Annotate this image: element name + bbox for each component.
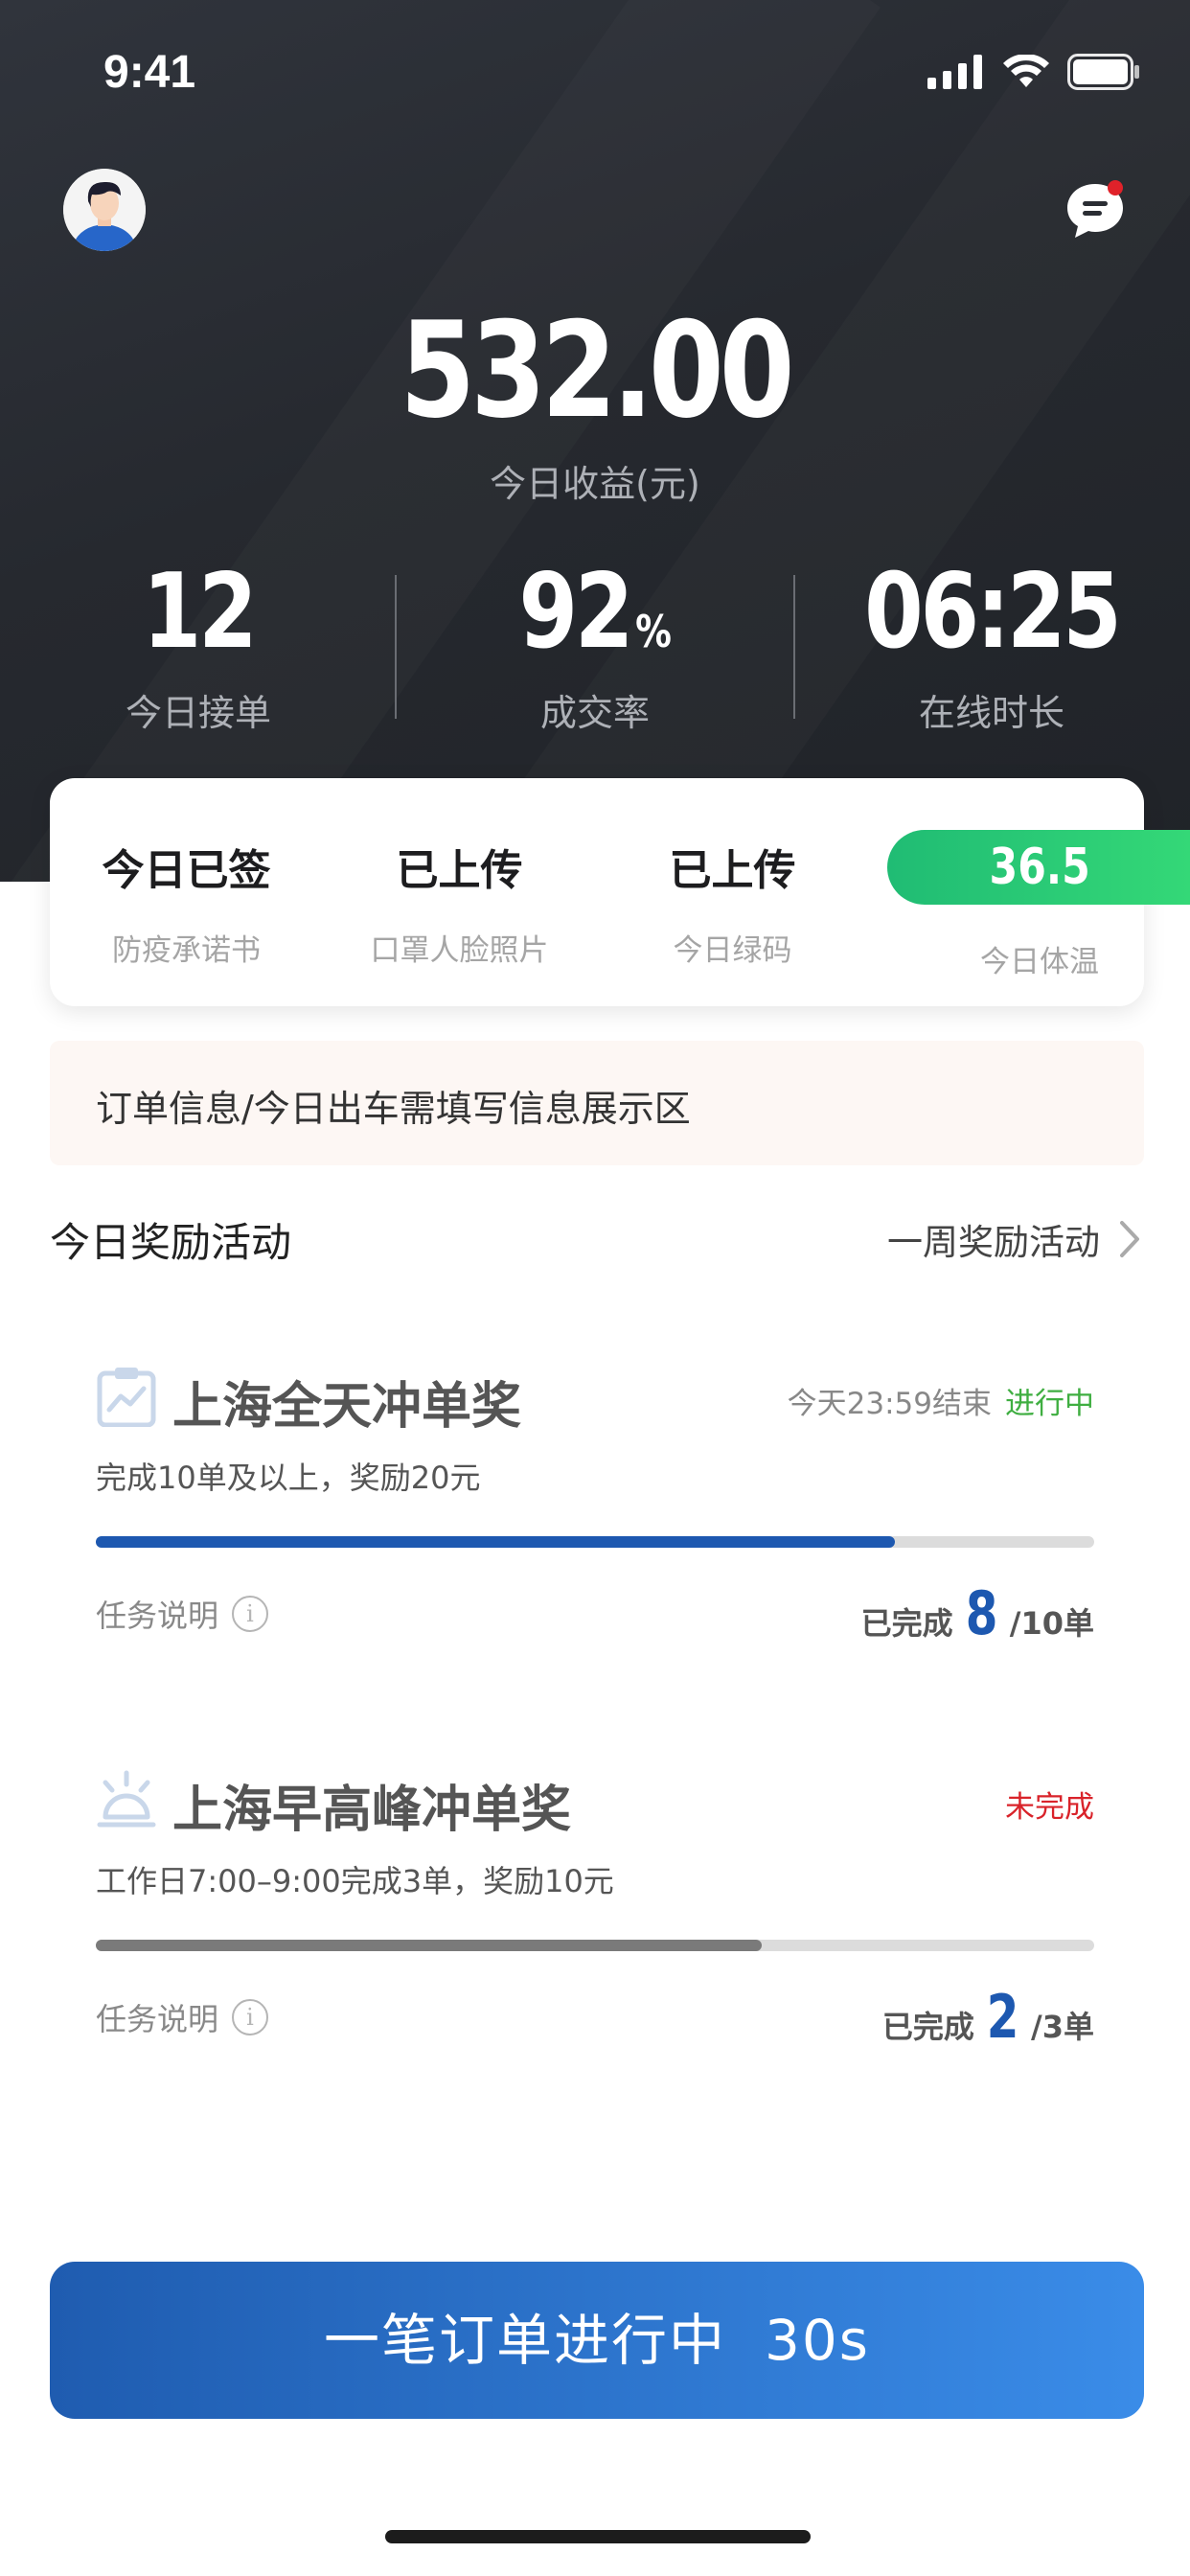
task-description-label: 任务说明 [96,1598,219,1634]
stat-label: 成交率 [539,692,650,734]
status-item-pledge[interactable]: 今日已签 防疫承诺书 [50,836,323,969]
stat-value: 06:25 [864,552,1122,672]
progress-fill [96,1536,895,1548]
stat-value: 12 [142,552,258,672]
status-item-label: 今日绿码 [673,933,792,968]
battery-icon [1067,54,1139,90]
completed-label: 已完成 [860,1605,953,1642]
order-button-label: 一笔订单进行中 [323,2308,726,2373]
stats-row: 12 今日接单 92% 成交率 06:25 在线时长 [0,561,1190,735]
stat-online-time: 06:25 在线时长 [793,561,1190,736]
health-status-card: 今日已签 防疫承诺书 已上传 口罩人脸照片 已上传 今日绿码 36.5 今日体温 [50,778,1190,1006]
status-time: 9:41 [103,47,196,98]
status-item-mask-photo[interactable]: 已上传 口罩人脸照片 [323,836,596,969]
completed-count: 2 [986,1982,1019,2052]
order-info-banner[interactable]: 订单信息/今日出车需填写信息展示区 [50,1041,1144,1165]
status-item-label: 口罩人脸照片 [370,933,549,968]
reward-description: 完成10单及以上，奖励20元 [96,1460,481,1496]
info-icon: i [232,1596,269,1632]
chart-icon [97,1368,156,1427]
signal-icon [927,55,982,89]
stat-conversion-rate: 92% 成交率 [397,561,793,736]
sunrise-icon [97,1770,156,1828]
weekly-rewards-link[interactable]: 一周奖励活动 [887,1213,1140,1265]
avatar[interactable] [63,169,146,251]
status-item-green-code[interactable]: 已上传 今日绿码 [596,836,869,969]
order-in-progress-button[interactable]: 一笔订单进行中 30s [50,2262,1144,2419]
temperature-label: 今日体温 [980,945,1099,979]
wifi-icon [1003,55,1049,87]
stat-orders: 12 今日接单 [0,561,397,736]
completed-label: 已完成 [881,2009,974,2045]
weekly-rewards-label: 一周奖励活动 [887,1222,1100,1263]
status-item-value: 今日已签 [102,846,271,895]
reward-deadline: 未完成 [1005,1782,1094,1826]
reward-progress-text: 已完成 8 /10单 [861,1578,1094,1648]
task-description-link[interactable]: 任务说明 i [96,1995,269,2039]
progress-track [96,1536,1094,1548]
completed-count: 8 [965,1578,998,1648]
earnings-header: 9:41 532.00 今日收益(元) 12 今日接单 92 % 成交率 06:… [0,0,1190,882]
messages-button[interactable] [1064,178,1127,242]
reward-status: 未完成 [1005,1790,1094,1825]
reward-title: 上海早高峰冲单奖 [172,1782,572,1839]
task-description-link[interactable]: 任务说明 i [96,1592,269,1636]
stat-unit: % [634,606,672,657]
task-description-label: 任务说明 [96,2001,219,2037]
reward-card[interactable]: 上海早高峰冲单奖 未完成 工作日7:00–9:00完成3单，奖励10元 任务说明… [96,1769,1094,2052]
reward-status: 进行中 [1005,1387,1094,1421]
order-info-text: 订单信息/今日出车需填写信息展示区 [96,1088,691,1130]
stat-value-number: 92 [518,552,633,672]
completed-total: /3单 [1031,2009,1094,2045]
reward-title: 上海全天冲单奖 [172,1378,522,1436]
status-item-label: 防疫承诺书 [112,933,261,968]
reward-deadline-text: 今天23:59结束 [787,1387,992,1421]
temperature-badge[interactable]: 36.5 [887,830,1190,905]
reward-progress-text: 已完成 2 /3单 [882,1982,1094,2052]
status-bar: 9:41 [0,0,1190,144]
rewards-title: 今日奖励活动 [50,1219,292,1266]
stat-label: 今日接单 [125,692,271,734]
progress-track [96,1940,1094,1951]
status-icons [927,54,1140,90]
earnings-value: 532.00 [400,293,794,448]
earnings-label: 今日收益(元) [490,463,700,505]
stat-label: 在线时长 [918,692,1064,734]
order-button-timer: 30s [764,2308,871,2373]
completed-total: /10单 [1009,1605,1094,1642]
info-icon: i [232,1999,269,2036]
reward-card[interactable]: 上海全天冲单奖 今天23:59结束 进行中 完成10单及以上，奖励20元 任务说明… [96,1366,1094,1648]
stat-value: 92% [518,561,671,664]
status-item-value: 已上传 [669,846,796,895]
chevron-right-icon [1120,1221,1139,1257]
home-indicator[interactable] [385,2530,811,2543]
temperature-value: 36.5 [989,839,1090,896]
chat-icon [1067,180,1123,238]
reward-description: 工作日7:00–9:00完成3单，奖励10元 [96,1863,614,1899]
user-avatar-icon [63,169,146,251]
progress-fill [96,1940,762,1951]
reward-deadline: 今天23:59结束 进行中 [788,1379,1094,1422]
status-item-value: 已上传 [396,846,523,895]
